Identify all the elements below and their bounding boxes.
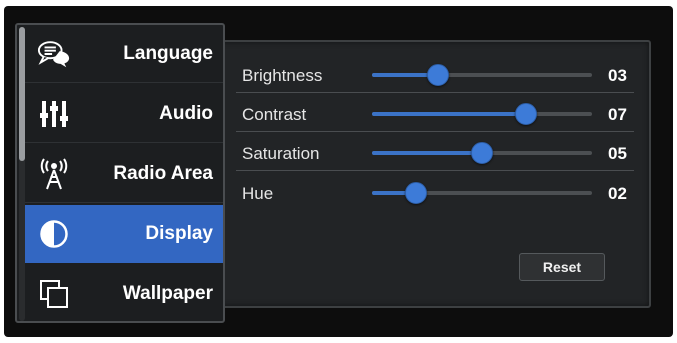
hue-slider-handle[interactable] (405, 182, 427, 204)
menu-item-language[interactable]: Language (25, 25, 223, 83)
divider (236, 131, 634, 132)
brightness-slider-handle[interactable] (427, 64, 449, 86)
menu-item-display[interactable]: Display (25, 205, 223, 263)
hue-label: Hue (242, 184, 274, 203)
contrast-slider[interactable] (372, 103, 592, 125)
menu-item-label: Radio Area (113, 163, 213, 184)
brightness-value: 03 (608, 66, 627, 85)
menu-item-audio[interactable]: Audio (25, 85, 223, 143)
hue-slider[interactable] (372, 182, 592, 204)
saturation-slider-handle[interactable] (471, 142, 493, 164)
brightness-row: Brightness 03 (236, 57, 634, 93)
hue-value: 02 (608, 184, 627, 203)
divider (236, 92, 634, 93)
contrast-slider-handle[interactable] (515, 103, 537, 125)
settings-menu: Language Audio Radio Area Display Wallpa… (15, 23, 225, 323)
menu-item-label: Wallpaper (122, 283, 213, 304)
contrast-label: Contrast (242, 105, 307, 124)
saturation-row: Saturation 05 (236, 135, 634, 171)
menu-item-label: Language (123, 43, 213, 64)
contrast-row: Contrast 07 (236, 96, 634, 132)
speech-bubbles-icon (37, 38, 71, 70)
equalizer-sliders-icon (37, 98, 71, 130)
contrast-half-circle-icon (37, 218, 71, 250)
divider (236, 170, 634, 171)
menu-item-label: Display (145, 223, 213, 244)
saturation-value: 05 (608, 144, 627, 163)
menu-item-wallpaper[interactable]: Wallpaper (25, 265, 223, 321)
brightness-slider[interactable] (372, 64, 592, 86)
stacked-squares-icon (37, 278, 71, 310)
contrast-value: 07 (608, 105, 627, 124)
saturation-slider[interactable] (372, 142, 592, 164)
menu-item-label: Audio (159, 103, 213, 124)
hue-row: Hue 02 (236, 175, 634, 211)
brightness-label: Brightness (242, 66, 323, 85)
saturation-label: Saturation (242, 144, 320, 163)
menu-item-radio-area[interactable]: Radio Area (25, 145, 223, 203)
reset-button[interactable]: Reset (519, 253, 605, 281)
radio-tower-icon (37, 158, 71, 190)
